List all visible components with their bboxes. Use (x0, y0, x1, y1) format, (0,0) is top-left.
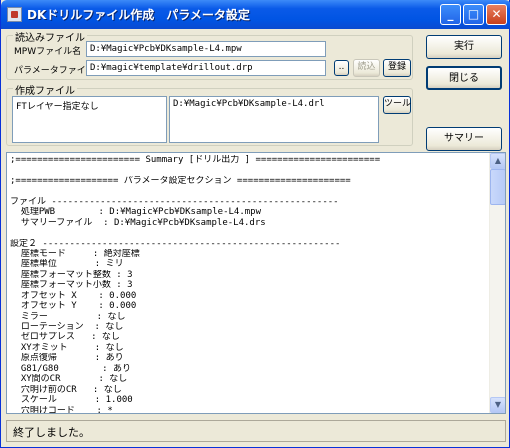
mpw-file-field[interactable]: D:¥Magic¥Pcb¥DKsample-L4.mpw (86, 41, 326, 57)
summary-line: オフセット Y : 0.000 (10, 301, 137, 312)
vertical-scrollbar[interactable]: ▲ ▼ (489, 153, 505, 413)
close-window-button[interactable]: ✕ (486, 4, 507, 25)
status-text: 終了しました。 (13, 426, 90, 439)
minimize-button[interactable]: _ (440, 4, 461, 25)
summary-line: 設定２ ------------------------------------… (10, 238, 341, 249)
output-files-group-title: 作成ファイル (13, 82, 77, 97)
summary-textarea[interactable]: ;======================= Summary [ドリル出力 … (6, 152, 506, 414)
summary-line: 座標モード : 絶対座標 (10, 248, 140, 259)
window-title: DKドリルファイル作成 パラメータ設定 (27, 8, 250, 22)
summary-button[interactable]: サマリー (426, 127, 502, 151)
summary-line: ;======================= Summary [ドリル出力 … (10, 155, 381, 165)
summary-line: 原点復帰 : あり (10, 353, 124, 364)
layer-list[interactable]: FTレイヤー指定なし (12, 96, 167, 143)
output-file-list[interactable]: D:¥Magic¥Pcb¥DKsample-L4.drl (169, 96, 379, 143)
scroll-down-icon[interactable]: ▼ (490, 397, 505, 413)
summary-line: ゼロサプレス : なし (10, 332, 120, 343)
load-button[interactable]: 読込 (353, 59, 380, 77)
summary-line: 座標フォーマット小数 : 3 (10, 280, 133, 291)
summary-line: サマリーファイル : D:¥Magic¥Pcb¥DKsample-L4.drs (10, 217, 266, 228)
close-button[interactable]: 閉じる (426, 66, 502, 90)
summary-line: G81/G80 : あり (10, 363, 131, 374)
summary-line (10, 165, 490, 175)
status-bar: 終了しました。 (6, 420, 506, 442)
summary-line: XYオミット : なし (10, 342, 124, 353)
summary-line: ミラー : なし (10, 311, 126, 322)
tool-button[interactable]: ツール (383, 96, 411, 114)
title-bar[interactable]: DKドリルファイル作成 パラメータ設定 _ □ ✕ (1, 0, 510, 29)
summary-line: 座標単位 : ミリ (10, 259, 124, 270)
summary-line: 座標フォーマット整数 : 3 (10, 269, 133, 280)
summary-line: 穴明けコード : * (10, 405, 113, 414)
summary-line (10, 228, 490, 238)
summary-line: 穴明け前のCR : なし (10, 384, 122, 395)
summary-line: ;=================== パラメータ設定セクション ======… (10, 175, 351, 186)
summary-line: 処理PWB : D:¥Magic¥Pcb¥DKsample-L4.mpw (10, 207, 261, 218)
app-icon[interactable] (7, 7, 22, 22)
summary-line: オフセット X : 0.000 (10, 290, 137, 301)
mpw-file-label: MPWファイル名 (14, 47, 82, 57)
summary-line: ローテーション : なし (10, 322, 124, 332)
scroll-up-icon[interactable]: ▲ (490, 153, 505, 169)
summary-line: XY間のCR : なし (10, 374, 128, 385)
summary-line (10, 186, 490, 196)
summary-text: ;======================= Summary [ドリル出力 … (10, 155, 490, 414)
param-file-field[interactable]: D:¥magic¥template¥drillout.drp (86, 60, 326, 76)
register-button[interactable]: 登録 (383, 59, 411, 77)
browse-button[interactable]: .. (334, 60, 349, 76)
scroll-thumb[interactable] (490, 169, 505, 205)
summary-line: スケール : 1.000 (10, 395, 133, 406)
read-files-group-title: 読込みファイル (13, 29, 87, 44)
run-button[interactable]: 実行 (426, 35, 502, 59)
main-window: DKドリルファイル作成 パラメータ設定 _ □ ✕ 読込みファイル MPWファイ… (0, 0, 510, 448)
summary-line: ファイル -----------------------------------… (10, 196, 339, 207)
maximize-button[interactable]: □ (463, 4, 484, 25)
